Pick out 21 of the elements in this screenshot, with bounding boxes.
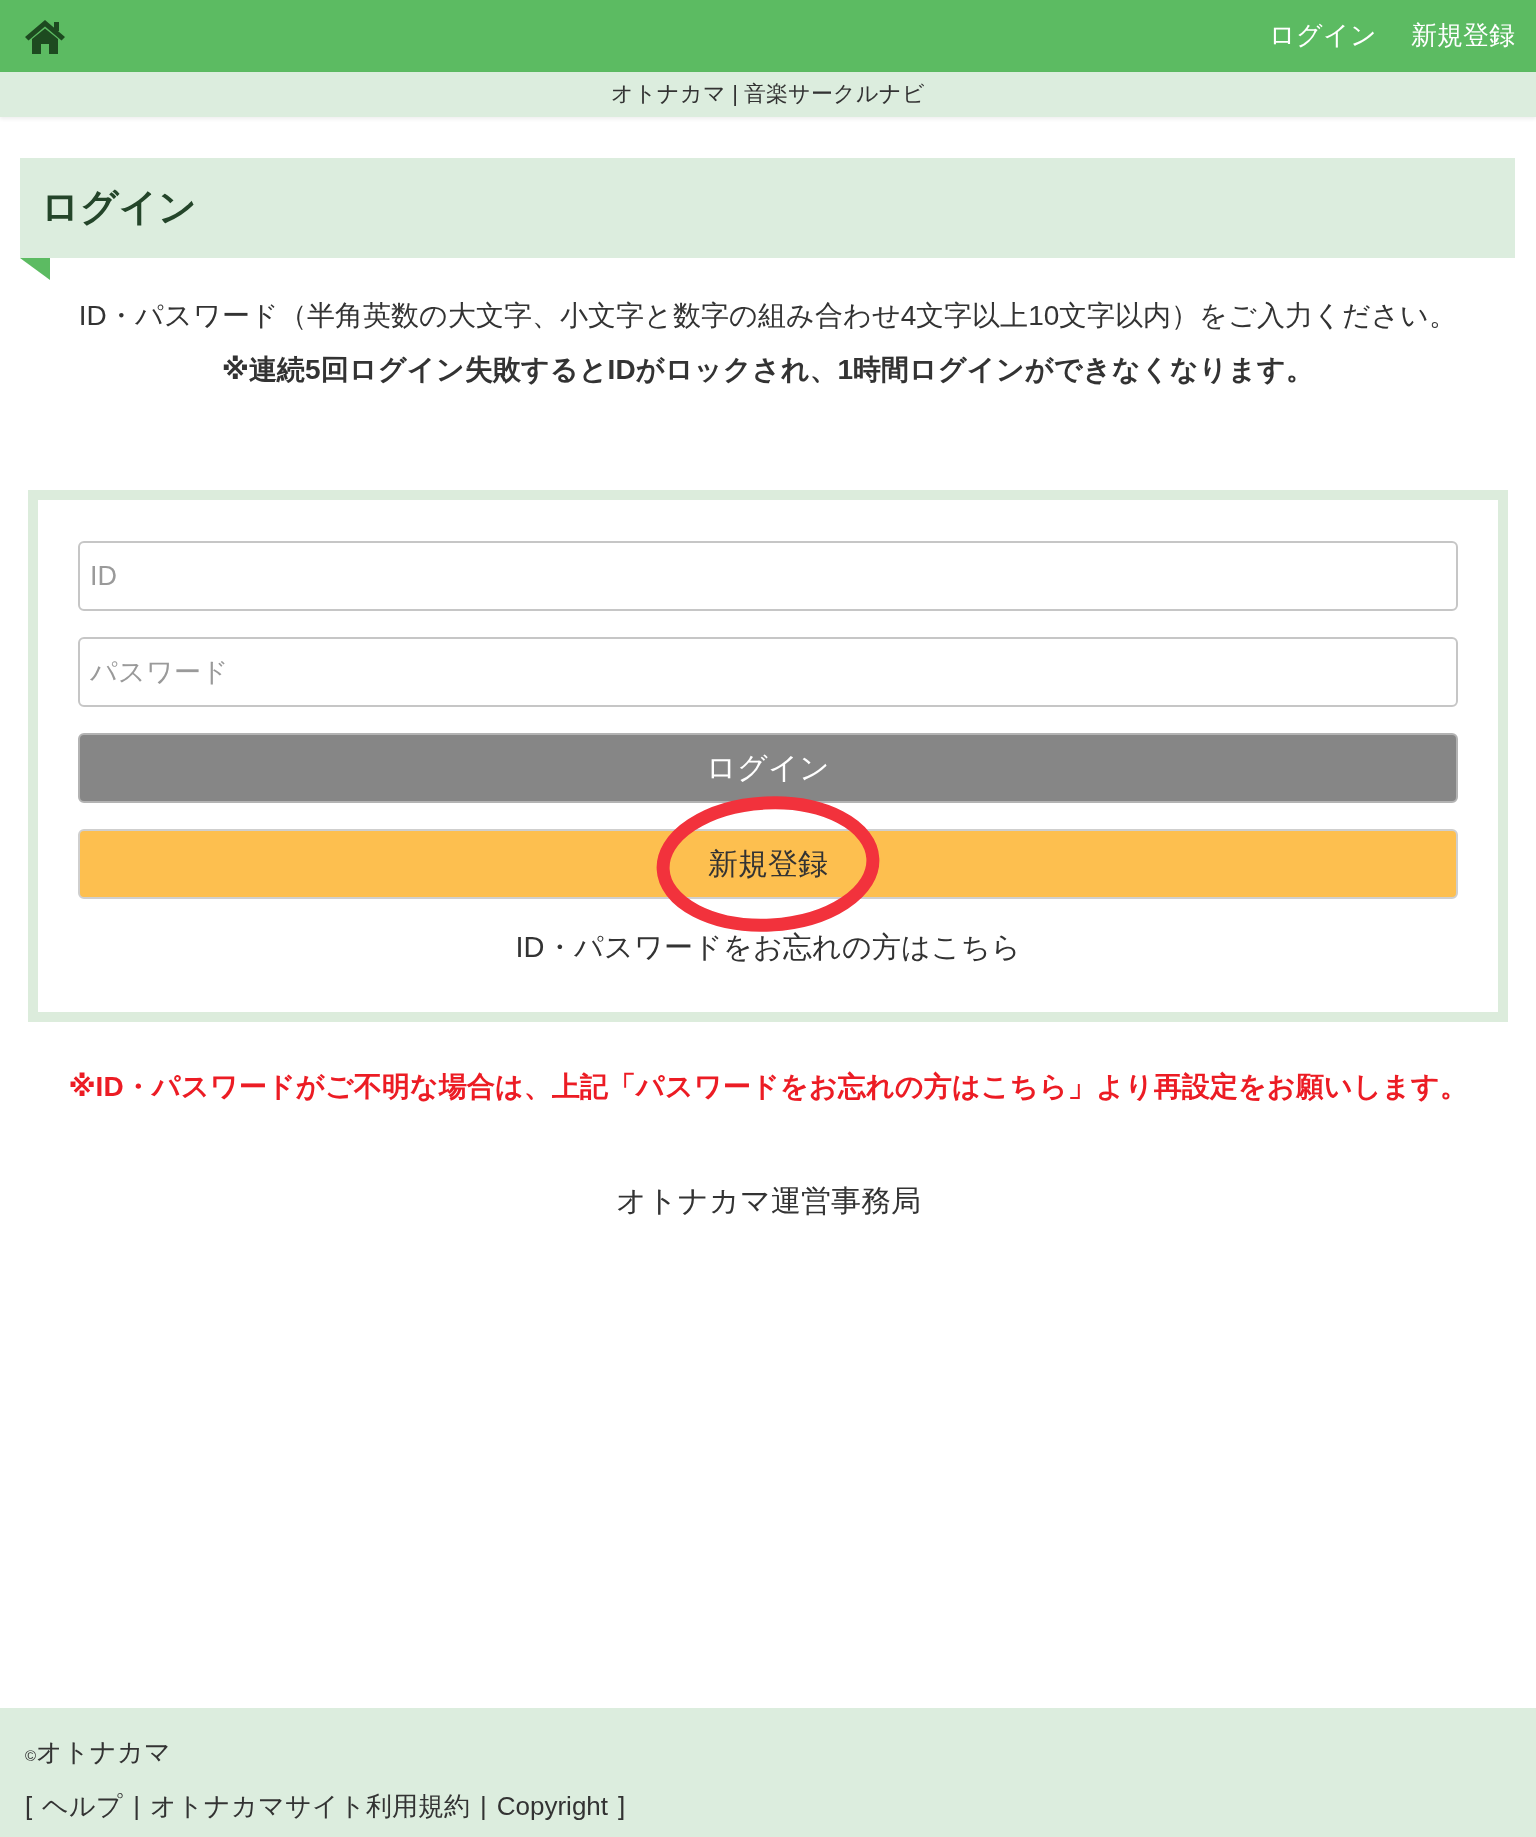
home-icon[interactable] bbox=[25, 18, 65, 54]
site-title: オトナカマ | 音楽サークルナビ bbox=[611, 80, 925, 109]
lockout-warning-text: ※連続5回ログイン失敗するとIDがロックされ、1時間ログインができなくなります。 bbox=[220, 353, 1316, 387]
footer-bracket: [ bbox=[25, 1790, 33, 1823]
corner-triangle-icon bbox=[20, 258, 50, 280]
signup-button[interactable]: 新規登録 bbox=[78, 829, 1458, 899]
footer-link[interactable]: Copyright bbox=[496, 1787, 609, 1826]
footer-separator: | bbox=[133, 1790, 140, 1823]
footer-separator: | bbox=[480, 1790, 487, 1823]
forgot-password-link[interactable]: ID・パスワードをお忘れの方はこちら bbox=[515, 931, 1021, 963]
login-button[interactable]: ログイン bbox=[78, 733, 1458, 803]
password-field[interactable]: パスワード bbox=[78, 637, 1458, 707]
footer-link[interactable]: ヘルプ bbox=[42, 1787, 124, 1826]
copyright-text: ©オトナカマ bbox=[25, 1736, 172, 1769]
password-notice-text: ※ID・パスワードがご不明な場合は、上記「パスワードをお忘れの方はこちら」より再設定をお願いします。 bbox=[67, 1070, 1469, 1104]
id-field[interactable]: ID bbox=[78, 541, 1458, 611]
footer-link[interactable]: オトナカマサイト利用規約 bbox=[150, 1787, 470, 1826]
footer-bracket: ] bbox=[618, 1790, 626, 1823]
page-heading: ログイン bbox=[41, 185, 197, 231]
instruction-text: ID・パスワード（半角英数の大文字、小文字と数字の組み合わせ4文字以上10文字以内）をご入力ください。 bbox=[77, 299, 1459, 333]
office-name-text: オトナカマ運営事務局 bbox=[614, 1183, 922, 1219]
